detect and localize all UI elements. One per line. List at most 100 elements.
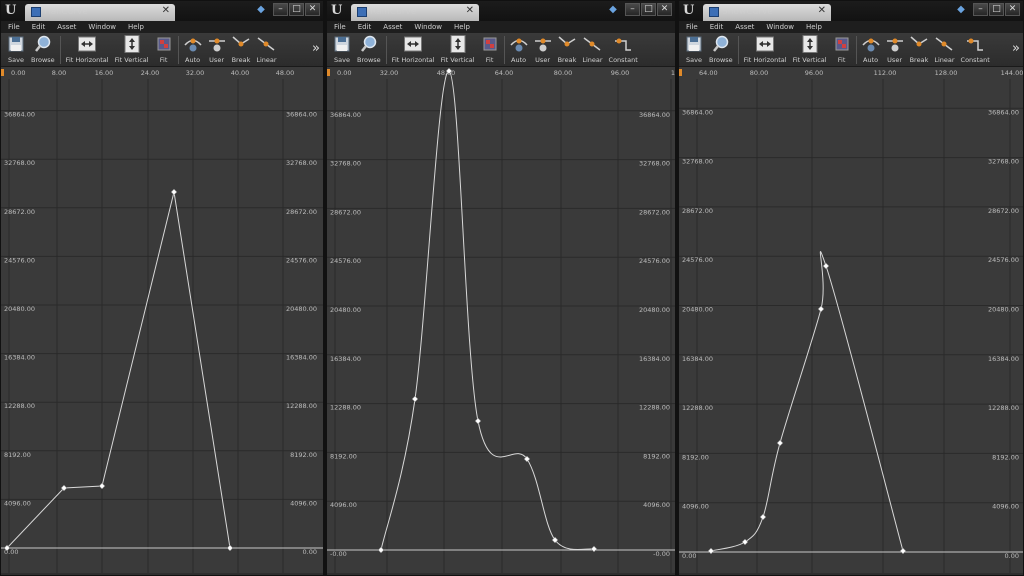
toolbar-separator — [59, 36, 61, 64]
auto-tangent-button[interactable]: Auto — [507, 33, 531, 67]
fit-horizontal-button[interactable]: Fit Horizontal — [389, 33, 438, 67]
y-tick-label-left: 4096.00 — [682, 503, 709, 511]
tab-hail-curve[interactable]: HailCurve ✕ — [25, 4, 175, 21]
fit-button[interactable]: Fit — [152, 33, 176, 67]
fit-vertical-button[interactable]: Fit Vertical — [790, 33, 830, 67]
y-tick-label-right: -0.00 — [653, 550, 670, 558]
menu-help[interactable]: Help — [806, 21, 822, 33]
auto-tangent-icon — [184, 38, 202, 52]
toolbar-overflow-icon[interactable]: » — [312, 41, 320, 56]
close-tab-icon[interactable]: ✕ — [818, 5, 826, 16]
user-tangent-button[interactable]: User — [883, 33, 907, 67]
auto-tangent-button[interactable]: Auto — [181, 33, 205, 67]
curve-graph[interactable]: 64.00 80.00 96.00 112.00 128.00 144.00 0.00 0.0… — [679, 67, 1023, 573]
break-tangent-button[interactable]: Break — [555, 33, 580, 67]
toolbar: Save Browse Fit Horizontal Fit Vertical … — [679, 33, 1023, 67]
menu-file[interactable]: File — [334, 21, 346, 33]
linear-interp-icon — [583, 37, 601, 51]
minimize-button[interactable]: – — [625, 3, 640, 16]
y-tick-label-left: 28672.00 — [4, 208, 35, 216]
menu-window[interactable]: Window — [414, 21, 442, 33]
menu-file[interactable]: File — [8, 21, 20, 33]
fit-button[interactable]: Fit — [830, 33, 854, 67]
curve-line[interactable] — [380, 70, 595, 551]
browse-button[interactable]: Browse — [706, 33, 736, 67]
save-button[interactable]: Save — [682, 33, 706, 67]
curve-key-point[interactable] — [817, 305, 825, 313]
menu-help[interactable]: Help — [454, 21, 470, 33]
x-tick-label: 64.00 — [495, 69, 514, 77]
curve-key-point[interactable] — [590, 545, 598, 553]
menu-edit[interactable]: Edit — [710, 21, 724, 33]
y-tick-label-left: 36864.00 — [4, 111, 35, 119]
close-button[interactable]: ✕ — [657, 3, 672, 16]
menu-window[interactable]: Window — [766, 21, 794, 33]
unreal-logo-icon: U — [683, 3, 695, 18]
minimize-button[interactable]: – — [273, 3, 288, 16]
curve-key-point[interactable] — [411, 395, 419, 403]
curve-asset-icon — [709, 7, 719, 17]
menu-asset[interactable]: Asset — [57, 21, 76, 33]
auto-tangent-button[interactable]: Auto — [859, 33, 883, 67]
curve-key-point[interactable] — [170, 188, 178, 196]
curve-line[interactable] — [710, 251, 904, 552]
x-tick-label: 96.00 — [805, 69, 824, 77]
user-tangent-button[interactable]: User — [531, 33, 555, 67]
menu-edit[interactable]: Edit — [358, 21, 372, 33]
break-tangent-button[interactable]: Break — [229, 33, 254, 67]
fit-vertical-button[interactable]: Fit Vertical — [438, 33, 478, 67]
close-tab-icon[interactable]: ✕ — [466, 5, 474, 16]
menu-file[interactable]: File — [686, 21, 698, 33]
browse-button[interactable]: Browse — [354, 33, 384, 67]
menu-help[interactable]: Help — [128, 21, 144, 33]
curve-key-point[interactable] — [776, 439, 784, 447]
browse-button[interactable]: Browse — [28, 33, 58, 67]
menu-edit[interactable]: Edit — [32, 21, 46, 33]
help-icon[interactable]: ◆ — [954, 3, 968, 17]
linear-interp-button[interactable]: Linear — [253, 33, 279, 67]
help-icon[interactable]: ◆ — [606, 3, 620, 17]
curve-key-point[interactable] — [474, 417, 482, 425]
linear-interp-button[interactable]: Linear — [579, 33, 605, 67]
curve-line[interactable] — [6, 191, 231, 549]
fit-vertical-button[interactable]: Fit Vertical — [112, 33, 152, 67]
maximize-button[interactable]: □ — [289, 3, 304, 16]
curve-key-point[interactable] — [707, 547, 715, 555]
curve-key-point[interactable] — [377, 546, 385, 554]
linear-interp-button[interactable]: Linear — [931, 33, 957, 67]
curve-key-point[interactable] — [226, 544, 234, 552]
minimize-button[interactable]: – — [973, 3, 988, 16]
curve-graph-area[interactable]: 0.00 8.00 16.00 24.00 32.00 40.00 48.00 0.00 0.0… — [1, 67, 323, 573]
curve-graph[interactable]: 0.00 8.00 16.00 24.00 32.00 40.00 48.000.00 0.0… — [1, 67, 323, 573]
close-tab-icon[interactable]: ✕ — [162, 5, 170, 16]
curve-key-point[interactable] — [98, 482, 106, 490]
fit-horizontal-button[interactable]: Fit Horizontal — [741, 33, 790, 67]
close-button[interactable]: ✕ — [1005, 3, 1020, 16]
tab-snow-curve[interactable]: SnowCurve ✕ — [703, 4, 831, 21]
menu-asset[interactable]: Asset — [383, 21, 402, 33]
menu-asset[interactable]: Asset — [735, 21, 754, 33]
break-tangent-button[interactable]: Break — [907, 33, 932, 67]
toolbar-overflow-icon[interactable]: » — [1012, 41, 1020, 56]
curve-graph-area[interactable]: 0.00 32.00 48.00 64.00 80.00 96.00 1 -0.00 -0.00… — [327, 67, 675, 573]
curve-key-point[interactable] — [899, 547, 907, 555]
tab-rain-curve[interactable]: RainCurve ✕ — [351, 4, 479, 21]
help-icon[interactable]: ◆ — [254, 3, 268, 17]
close-button[interactable]: ✕ — [305, 3, 320, 16]
fit-horizontal-button[interactable]: Fit Horizontal — [63, 33, 112, 67]
menu-window[interactable]: Window — [88, 21, 116, 33]
fit-button[interactable]: Fit — [478, 33, 502, 67]
curve-graph-area[interactable]: 64.00 80.00 96.00 112.00 128.00 144.00 0.00 0.0… — [679, 67, 1023, 573]
user-tangent-button[interactable]: User — [205, 33, 229, 67]
save-button[interactable]: Save — [330, 33, 354, 67]
curve-graph[interactable]: 0.00 32.00 48.00 64.00 80.00 96.00 1-0.00 -0.00… — [327, 67, 675, 573]
constant-interp-button[interactable]: Constant — [606, 33, 641, 67]
constant-interp-button[interactable]: Constant — [958, 33, 993, 67]
curve-key-point[interactable] — [741, 538, 749, 546]
curve-key-point[interactable] — [822, 262, 830, 270]
y-tick-label-left: 36864.00 — [682, 108, 713, 116]
curve-key-point[interactable] — [759, 513, 767, 521]
maximize-button[interactable]: □ — [989, 3, 1004, 16]
maximize-button[interactable]: □ — [641, 3, 656, 16]
save-button[interactable]: Save — [4, 33, 28, 67]
